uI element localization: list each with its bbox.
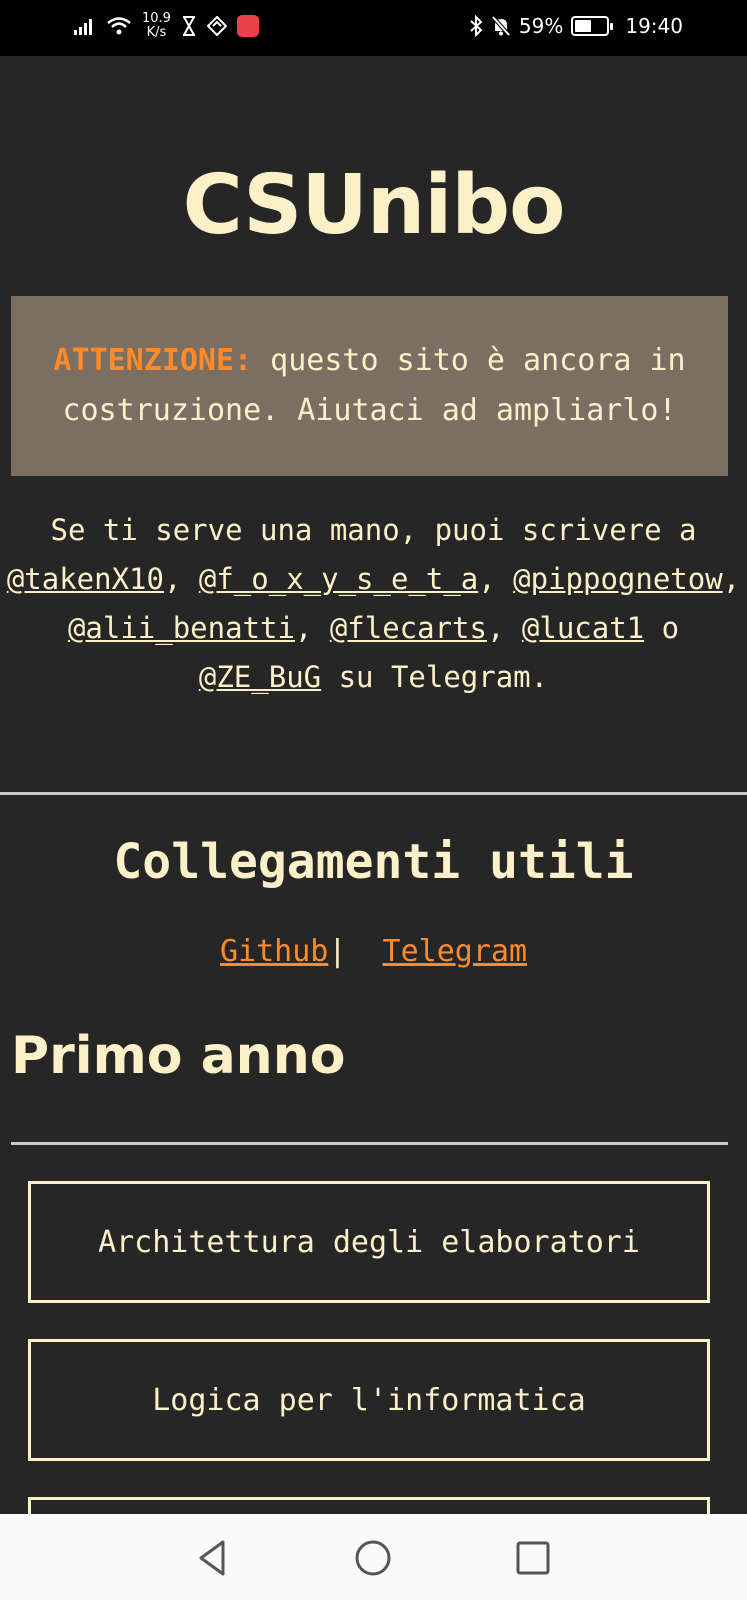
clock: 19:40: [625, 14, 683, 38]
course-button[interactable]: Architettura degli elaboratori: [28, 1181, 710, 1303]
separator: ,: [163, 562, 199, 596]
contact-link[interactable]: @f_o_x_y_s_e_t_a: [199, 562, 478, 596]
useful-links-title: Collegamenti utili: [113, 834, 634, 890]
page-content: CSUnibo ATTENZIONE: questo sito è ancora…: [0, 56, 747, 1514]
separator: o: [644, 611, 680, 645]
status-left: 10.9 K/s: [74, 12, 259, 40]
hourglass-icon: [182, 16, 195, 36]
course-button[interactable]: [28, 1497, 710, 1514]
system-nav-bar: [0, 1514, 747, 1600]
section-title: Primo anno: [11, 1026, 346, 1086]
app-notification-icon: [206, 16, 227, 36]
battery-icon: [571, 16, 614, 36]
net-speed-unit: K/s: [146, 25, 167, 40]
battery-percent: 59%: [518, 14, 564, 38]
contact-link[interactable]: @lucat1: [522, 611, 644, 645]
telegram-link[interactable]: Telegram: [383, 934, 528, 969]
help-intro: Se ti serve una mano, puoi scrivere a: [50, 513, 697, 547]
warning-label: ATTENZIONE:: [53, 343, 253, 378]
contact-link[interactable]: @takenX10: [7, 562, 164, 596]
separator: ,: [486, 611, 522, 645]
battery-fill: [575, 20, 592, 32]
contact-link[interactable]: @alii_benatti: [68, 611, 295, 645]
help-paragraph: Se ti serve una mano, puoi scrivere a @t…: [0, 506, 747, 702]
huawei-app-icon: [236, 15, 259, 37]
home-circle-icon[interactable]: [353, 1538, 393, 1578]
back-triangle-icon[interactable]: [193, 1538, 233, 1578]
useful-links: Github| Telegram: [0, 934, 747, 969]
wifi-icon: [107, 17, 131, 35]
course-button[interactable]: Logica per l'informatica: [28, 1339, 710, 1461]
net-speed: 10.9 K/s: [142, 12, 171, 40]
warning-text: ATTENZIONE: questo sito è ancora in cost…: [19, 336, 720, 436]
separator: ,: [478, 562, 514, 596]
net-speed-value: 10.9: [142, 11, 171, 26]
recents-square-icon[interactable]: [513, 1538, 553, 1578]
contact-link[interactable]: @flecarts: [330, 611, 487, 645]
contact-link[interactable]: @pippognetow: [513, 562, 723, 596]
divider: [0, 792, 747, 795]
status-right: 59% 19:40: [469, 14, 683, 38]
site-title: CSUnibo: [182, 158, 566, 253]
links-separator: |: [328, 934, 347, 969]
cell-signal-icon: [74, 19, 92, 35]
github-link[interactable]: Github: [220, 934, 328, 969]
separator: ,: [294, 611, 330, 645]
bell-muted-icon: [491, 15, 511, 37]
help-outro: su Telegram.: [321, 660, 549, 694]
construction-warning: ATTENZIONE: questo sito è ancora in cost…: [11, 296, 728, 476]
section-divider: [11, 1142, 728, 1145]
bluetooth-icon: [470, 15, 483, 37]
separator: ,: [722, 562, 741, 596]
status-bar: 10.9 K/s 59% 19:40: [0, 0, 747, 56]
contact-link[interactable]: @ZE_BuG: [199, 660, 321, 694]
